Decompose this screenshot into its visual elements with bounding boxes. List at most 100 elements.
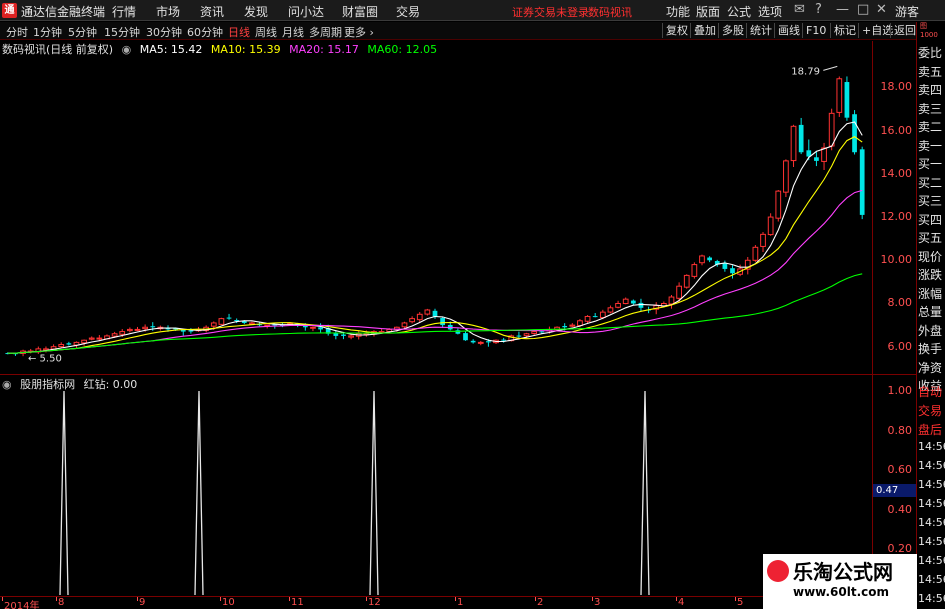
candle-body[interactable] [81,339,87,344]
quote-field-label[interactable]: 买五 [918,229,942,246]
period-intraday[interactable]: 分时 [6,24,28,40]
candle-body[interactable] [767,216,774,236]
candle-body[interactable] [814,157,819,161]
help-icon[interactable]: ? [815,2,822,17]
quote-field-label[interactable]: 买四 [918,211,942,228]
candle-body[interactable] [127,328,133,332]
candle-body[interactable] [501,339,507,341]
trade-tab-label[interactable]: 盘后 [918,421,942,438]
trade-tab-label[interactable]: 交易 [918,402,942,419]
candle-body[interactable] [630,300,636,304]
candle-body[interactable] [615,302,621,308]
candle-body[interactable] [836,78,843,113]
quote-field-label[interactable]: 买三 [918,192,942,209]
candle-body[interactable] [88,337,95,340]
candle-body[interactable] [424,309,431,315]
candle-body[interactable] [523,333,530,337]
quote-field-label[interactable]: 总量 [918,303,942,320]
quote-field-label[interactable]: 现价 [918,248,942,265]
candle-body[interactable] [249,322,255,325]
candle-body[interactable] [638,302,644,308]
candle-body[interactable] [798,124,804,153]
candle-body[interactable] [416,313,423,321]
period-multi[interactable]: 多周期 [309,24,342,40]
maximize-icon[interactable]: □ [857,2,869,17]
candle-body[interactable] [775,190,782,219]
candle-body[interactable] [341,334,346,336]
candle-body[interactable] [821,147,827,162]
quote-field-label[interactable]: 卖二 [918,118,942,135]
mark-button[interactable]: 标记 [830,23,859,38]
menu-wealth-circle[interactable]: 财富圈 [342,3,378,20]
candle-body[interactable] [188,330,194,332]
menu-market[interactable]: 市场 [156,3,180,20]
legend-toggle-icon[interactable]: ◉ [122,43,132,56]
candle-body[interactable] [58,344,65,348]
quote-field-label[interactable]: 外盘 [918,322,942,339]
period-5min[interactable]: 5分钟 [68,24,97,40]
candle-body[interactable] [783,160,789,193]
candle-body[interactable] [531,331,538,334]
trade-login-warning[interactable]: 证券交易未登录 [512,4,589,20]
candle-body[interactable] [760,233,766,247]
candle-body[interactable] [607,307,614,313]
trade-tab-label[interactable]: 自动 [918,383,942,400]
indicator-pane[interactable]: ◉ 股朋指标网 红钻: 0.00 [0,375,872,596]
f10-button[interactable]: F10 [802,23,829,38]
candle-body[interactable] [730,268,735,274]
menu-layout[interactable]: 版面 [696,3,720,20]
candle-body[interactable] [318,327,323,330]
candle-body[interactable] [119,331,126,335]
candle-body[interactable] [333,333,339,336]
candle-body[interactable] [96,337,103,340]
candle-body[interactable] [66,343,72,345]
period-daily[interactable]: 日线 [228,24,250,40]
candle-body[interactable] [486,341,491,343]
candle-body[interactable] [569,324,576,327]
quote-field-label[interactable]: 卖五 [918,63,942,80]
candle-body[interactable] [852,114,857,153]
quote-field-label[interactable]: 涨跌 [918,266,942,283]
candle-body[interactable] [470,340,476,343]
menu-quotes[interactable]: 行情 [112,3,136,20]
candle-body[interactable] [440,317,445,326]
multi-stock-button[interactable]: 多股 [718,23,747,38]
close-icon[interactable]: ✕ [876,2,887,17]
candle-body[interactable] [828,112,835,147]
candle-body[interactable] [584,315,591,322]
candle-body[interactable] [539,331,545,333]
candle-body[interactable] [844,82,850,118]
indicator-toggle-icon[interactable]: ◉ [2,378,12,391]
statistics-button[interactable]: 统计 [746,23,775,38]
overlay-button[interactable]: 叠加 [690,23,719,38]
candle-body[interactable] [432,310,438,317]
candle-body[interactable] [668,296,675,305]
period-30min[interactable]: 30分钟 [146,24,182,40]
candle-body[interactable] [477,341,484,344]
price-chart-pane[interactable]: 18.79 ← 5.50 数码视讯(日线 前复权) ◉ MA5: 15.42 MA… [0,41,872,374]
quote-field-label[interactable]: 换手 [918,340,942,357]
candle-body[interactable] [683,274,690,288]
quote-field-label[interactable]: 买一 [918,155,942,172]
quote-field-label[interactable]: 涨幅 [918,285,942,302]
quote-field-label[interactable]: 卖三 [918,100,942,117]
quote-field-label[interactable]: 净资 [918,359,942,376]
menu-assistant[interactable]: 问小达 [288,3,324,20]
period-weekly[interactable]: 周线 [255,24,277,40]
candle-body[interactable] [516,335,522,337]
indicator-chart[interactable] [0,375,872,596]
adjust-button[interactable]: 复权 [662,23,691,38]
menu-formula[interactable]: 公式 [727,3,751,20]
candle-body[interactable] [310,326,316,329]
menu-discover[interactable]: 发现 [244,3,268,20]
candle-body[interactable] [790,125,797,162]
menu-options[interactable]: 选项 [758,3,782,20]
candle-body[interactable] [142,326,148,330]
candle-body[interactable] [409,318,415,323]
period-15min[interactable]: 15分钟 [104,24,140,40]
quote-field-label[interactable]: 买二 [918,174,942,191]
user-guest[interactable]: 游客 [895,3,919,20]
menu-trade[interactable]: 交易 [396,3,420,20]
candle-body[interactable] [859,149,865,215]
period-more[interactable]: 更多 › [344,24,374,40]
